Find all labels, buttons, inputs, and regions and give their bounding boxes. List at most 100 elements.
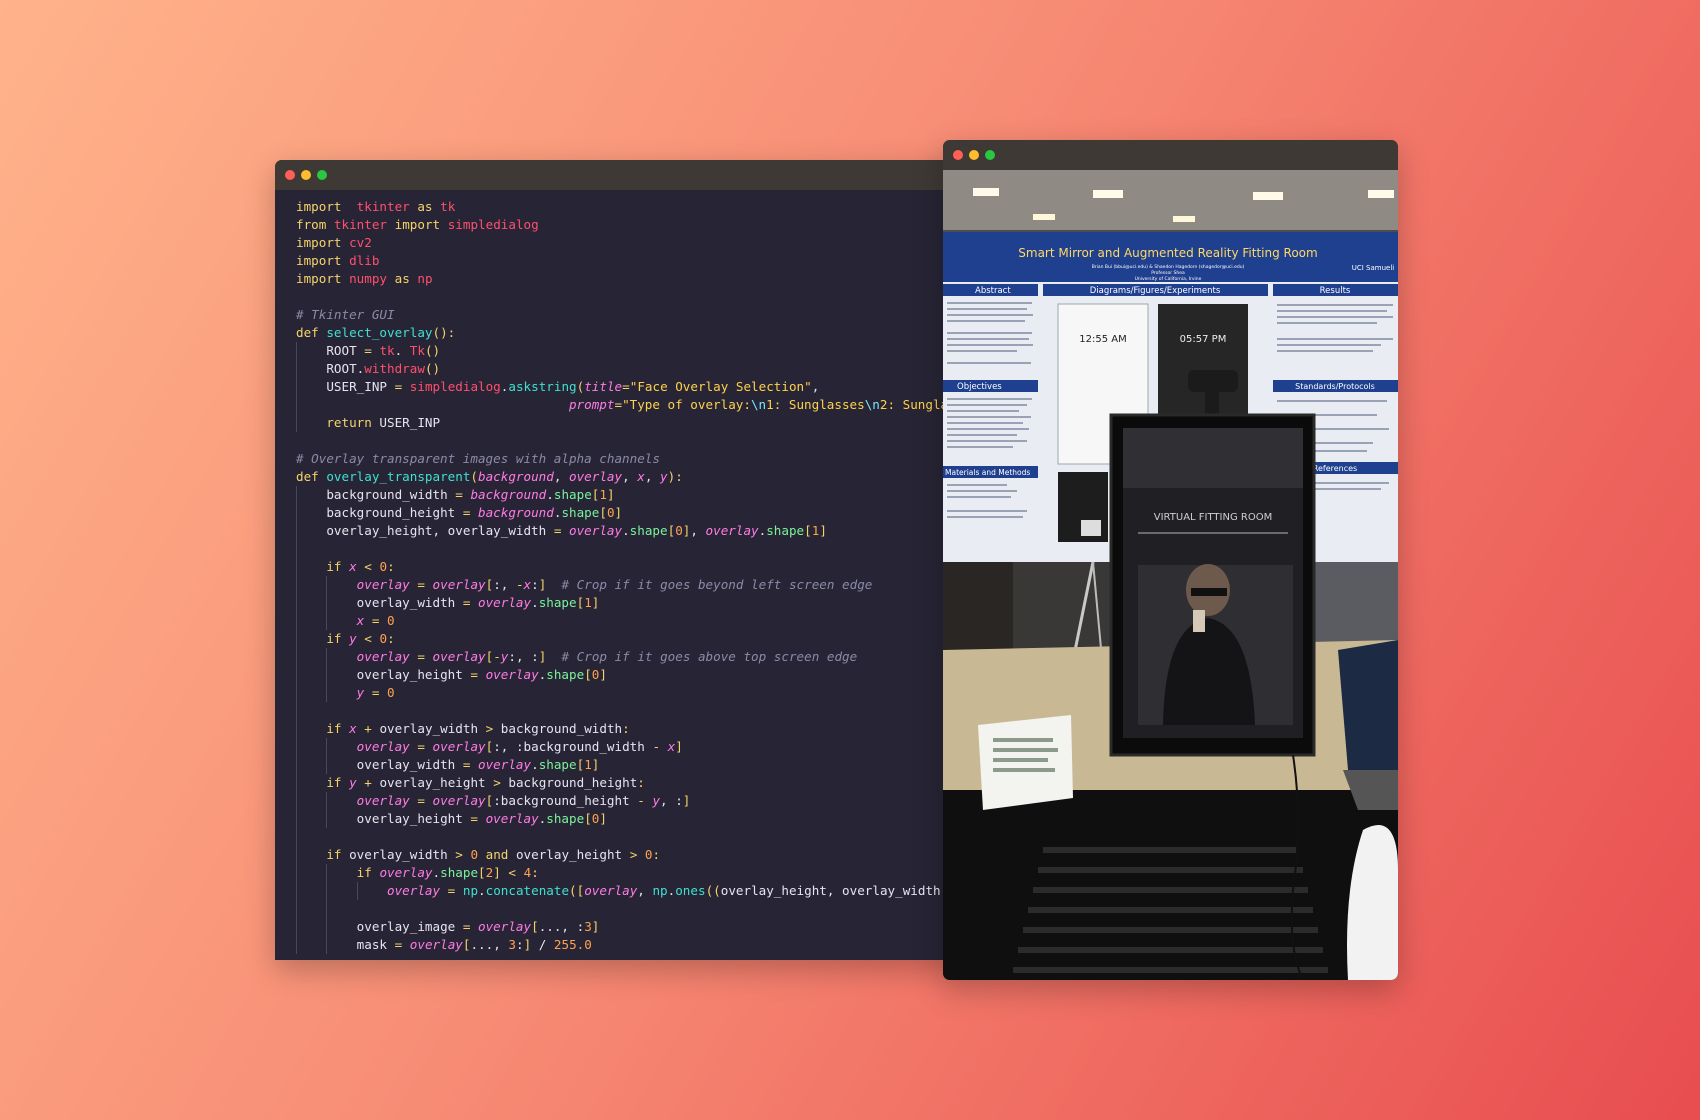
code-token: . (394, 343, 410, 358)
code-line: import tkinter as tk (296, 198, 955, 216)
maximize-window-button[interactable] (317, 170, 327, 180)
indent-guide (296, 378, 297, 396)
code-token: overlay (478, 595, 532, 610)
code-token: : (531, 865, 539, 880)
code-token: 255.0 (553, 937, 592, 952)
code-token: = (622, 379, 630, 394)
indent-guide (296, 342, 297, 360)
code-token: shape (546, 811, 585, 826)
poster-school: University of California, Irvine (1135, 276, 1202, 282)
indent-guide (296, 882, 297, 900)
code-line (296, 540, 955, 558)
code-line: return USER_INP (296, 414, 955, 432)
code-token: overlay_height, overlay_width, (720, 883, 955, 898)
poster-objectives-header: Objectives (957, 382, 1002, 392)
indent-guide (296, 558, 297, 576)
code-token: overlay (432, 793, 486, 808)
code-line: if y + overlay_height > background_heigh… (296, 774, 955, 792)
code-token: < (364, 631, 372, 646)
poster-clock-right: 05:57 PM (1180, 334, 1227, 345)
indent-guide (296, 918, 297, 936)
code-token: if (326, 721, 342, 736)
code-window-titlebar (275, 160, 955, 190)
code-token: + (364, 775, 372, 790)
poster-materials-header: Materials and Methods (945, 468, 1030, 477)
code-token: :, :background_width (493, 739, 653, 754)
indent-guide (296, 756, 297, 774)
code-token: , (811, 379, 820, 394)
code-editor-content[interactable]: import tkinter as tk from tkinter import … (275, 190, 955, 960)
code-token: overlay (584, 883, 638, 898)
code-token: , (622, 469, 638, 484)
indent-guide (296, 576, 297, 594)
mirror-label: VIRTUAL FITTING ROOM (1154, 512, 1272, 523)
minimize-window-button[interactable] (301, 170, 311, 180)
code-token: 1 (584, 595, 592, 610)
code-token: shape (561, 505, 600, 520)
code-token: import (296, 271, 342, 286)
code-token: ] (675, 739, 683, 754)
code-token: , (553, 469, 569, 484)
code-line: overlay_height = overlay.shape[0] (296, 666, 955, 684)
code-token: overlay_height (356, 667, 471, 682)
poster-advisor: Professor Shea (1151, 270, 1185, 276)
code-token: / (531, 937, 554, 952)
code-token: : (531, 577, 539, 592)
code-token: if (326, 631, 342, 646)
indent-guide (326, 864, 328, 882)
code-token: simpledialog (447, 217, 539, 232)
indent-guide (296, 792, 297, 810)
code-token: simpledialog (409, 379, 501, 394)
code-line: import cv2 (296, 234, 955, 252)
code-token: prompt (568, 397, 615, 412)
indent-guide (326, 900, 328, 918)
code-token: background (478, 505, 554, 520)
poster-authors: Brian Bui (bbui@uci.edu) & Shaedon Haged… (1092, 264, 1245, 270)
code-token: = (417, 577, 425, 592)
code-line: prompt="Type of overlay:\n1: Sunglasses\… (296, 396, 955, 414)
minimize-window-button[interactable] (969, 150, 979, 160)
code-token: shape (538, 757, 577, 772)
code-token: ..., : (538, 919, 585, 934)
close-window-button[interactable] (285, 170, 295, 180)
code-token: x (349, 559, 357, 574)
code-token: overlay_width (341, 847, 456, 862)
code-token: = (417, 793, 425, 808)
code-line: overlay_width = overlay.shape[1] (296, 594, 955, 612)
code-token: withdraw (364, 361, 425, 376)
maximize-window-button[interactable] (985, 150, 995, 160)
code-token: mask (356, 937, 395, 952)
code-token: # Crop if it goes above top screen edge (561, 649, 858, 664)
code-token: 1 (584, 757, 592, 772)
code-token: overlay_width (371, 721, 486, 736)
code-token: if (326, 559, 342, 574)
close-window-button[interactable] (953, 150, 963, 160)
indent-guide (326, 576, 328, 594)
code-line: background_height = background.shape[0] (296, 504, 955, 522)
code-token: . (478, 883, 486, 898)
code-token: \n (750, 397, 767, 412)
indent-guide (326, 792, 328, 810)
code-token: ] (591, 919, 600, 934)
indent-guide (296, 846, 297, 864)
poster-diagrams-header: Diagrams/Figures/Experiments (1090, 286, 1221, 296)
code-token: x (349, 721, 357, 736)
code-line: x = 0 (296, 612, 955, 630)
poster-logo: UCI Samueli (1352, 264, 1395, 272)
code-token: \n (864, 397, 880, 412)
code-token: import (296, 253, 342, 268)
indent-guide (326, 810, 328, 828)
code-token: overlay (432, 739, 486, 754)
